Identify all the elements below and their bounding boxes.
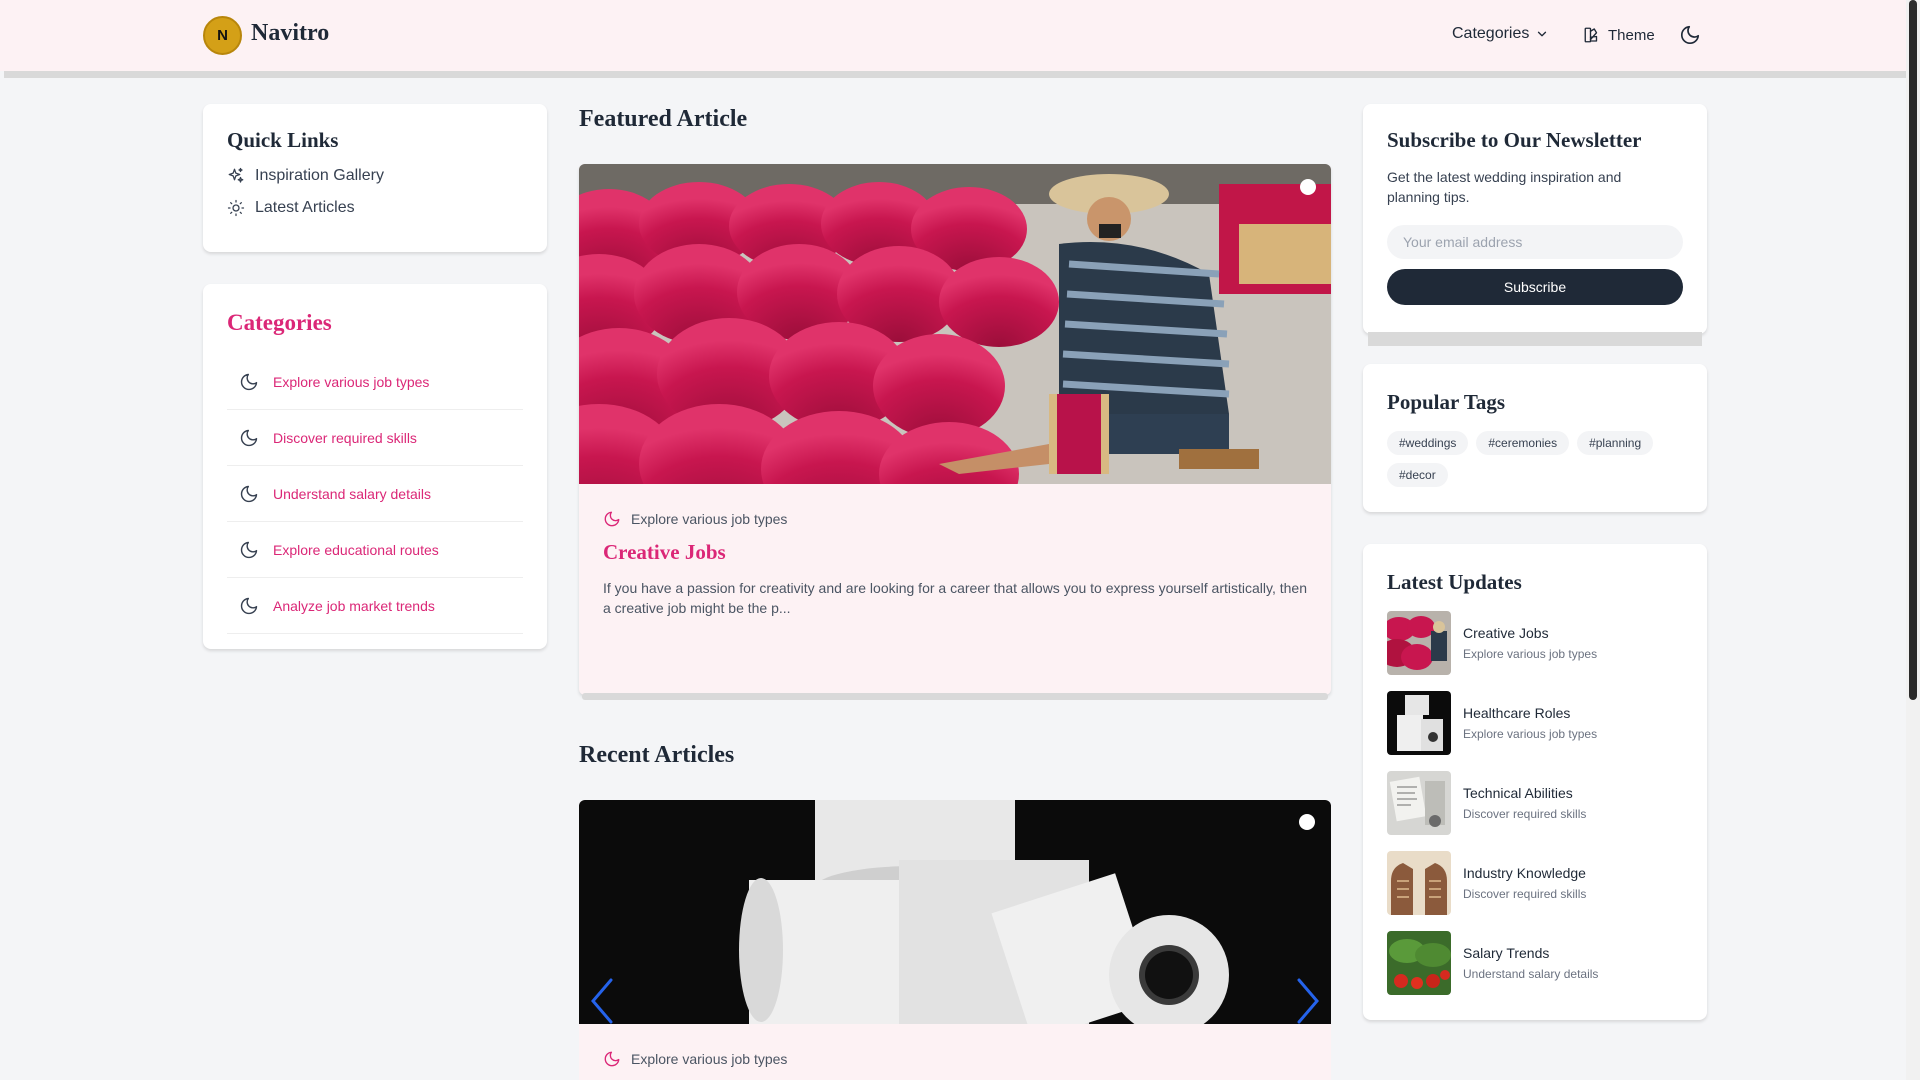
moon-icon <box>240 485 258 502</box>
category-label: Analyze job market trends <box>273 597 435 614</box>
update-title: Technical Abilities <box>1463 785 1573 801</box>
update-subtitle: Explore various job types <box>1463 647 1598 661</box>
update-thumbnail <box>1387 691 1451 755</box>
theme-button[interactable]: Theme <box>1583 26 1655 44</box>
nav-categories-label: Categories <box>1452 25 1530 42</box>
theme-label: Theme <box>1608 26 1655 44</box>
moon-icon <box>1680 25 1700 45</box>
quick-link-latest-articles[interactable]: Latest Articles <box>227 199 523 217</box>
dark-mode-toggle[interactable] <box>1679 24 1701 51</box>
nav-categories-dropdown[interactable]: Categories <box>1452 25 1549 43</box>
update-thumbnail <box>1387 931 1451 995</box>
update-item[interactable]: Industry Knowledge Discover required ski… <box>1387 851 1683 915</box>
popular-tags-title: Popular Tags <box>1387 390 1506 414</box>
bookmark-dot[interactable] <box>1299 814 1315 830</box>
latest-updates-title: Latest Updates <box>1387 570 1522 594</box>
recent-section-title: Recent Articles <box>579 742 735 768</box>
recent-category: Explore various job types <box>631 1051 788 1067</box>
category-label: Explore various job types <box>273 373 430 390</box>
category-label: Understand salary details <box>273 485 431 502</box>
moon-icon <box>240 541 258 558</box>
featured-article-image[interactable] <box>579 164 1331 484</box>
featured-section-title: Featured Article <box>579 106 748 132</box>
page-scrollbar[interactable] <box>1906 0 1920 1080</box>
tag-chip[interactable]: #weddings <box>1387 431 1469 455</box>
quick-links-title: Quick Links <box>227 128 339 152</box>
logo-badge[interactable]: N <box>203 16 242 55</box>
tag-chip[interactable]: #planning <box>1577 431 1654 455</box>
email-field[interactable] <box>1387 225 1683 259</box>
featured-article-card[interactable]: Explore various job types Creative Jobs … <box>579 164 1331 695</box>
update-title: Creative Jobs <box>1463 625 1549 641</box>
palette-icon <box>1584 27 1598 43</box>
update-thumbnail <box>1387 771 1451 835</box>
popular-tags-card: Popular Tags #weddings #ceremonies #plan… <box>1363 364 1707 512</box>
sparkles-icon <box>228 167 244 183</box>
quick-link-label: Inspiration Gallery <box>255 167 384 184</box>
category-label: Discover required skills <box>273 429 417 446</box>
scrollbar-thumb[interactable] <box>1909 0 1917 700</box>
category-item-salary[interactable]: Understand salary details <box>227 466 523 522</box>
carousel-next-arrow[interactable] <box>1295 978 1321 1024</box>
update-subtitle: Explore various job types <box>1463 727 1598 741</box>
newsletter-divider <box>1368 332 1702 346</box>
header-divider <box>4 71 1906 78</box>
category-item-job-types[interactable]: Explore various job types <box>227 354 523 410</box>
featured-article-excerpt: If you have a passion for creativity and… <box>603 580 1307 616</box>
update-subtitle: Discover required skills <box>1463 807 1587 821</box>
update-item[interactable]: Healthcare Roles Explore various job typ… <box>1387 691 1683 755</box>
update-title: Healthcare Roles <box>1463 705 1571 721</box>
brand-name[interactable]: Navitro <box>251 20 329 47</box>
moon-icon <box>604 1051 620 1067</box>
top-header: N Navitro Categories Theme <box>0 0 1906 71</box>
recent-article-image[interactable] <box>579 800 1331 1024</box>
update-thumbnail <box>1387 611 1451 675</box>
category-item-market-trends[interactable]: Analyze job market trends <box>227 578 523 634</box>
tag-list: #weddings #ceremonies #planning #decor <box>1387 431 1677 487</box>
newsletter-title: Subscribe to Our Newsletter <box>1387 128 1642 152</box>
quick-links-card: Quick Links Inspiration Gallery Latest A… <box>203 104 547 252</box>
update-title: Salary Trends <box>1463 945 1550 961</box>
update-item[interactable]: Creative Jobs Explore various job types <box>1387 611 1683 675</box>
newsletter-description: Get the latest wedding inspiration and p… <box>1387 169 1622 205</box>
moon-icon <box>240 597 258 614</box>
subscribe-button[interactable]: Subscribe <box>1387 269 1683 305</box>
latest-updates-card: Latest Updates Creative Jobs Explore var… <box>1363 544 1707 1020</box>
read-more-button[interactable]: Read More <box>599 630 704 662</box>
tag-chip[interactable]: #decor <box>1387 463 1448 487</box>
featured-category: Explore various job types <box>631 511 788 527</box>
featured-article-title[interactable]: Creative Jobs <box>603 540 726 565</box>
category-item-education[interactable]: Explore educational routes <box>227 522 523 578</box>
quick-link-inspiration-gallery[interactable]: Inspiration Gallery <box>227 167 523 185</box>
recent-category-meta: Explore various job types <box>603 1050 787 1068</box>
carousel-prev-arrow[interactable] <box>589 978 615 1024</box>
category-item-skills[interactable]: Discover required skills <box>227 410 523 466</box>
categories-card: Categories Explore various job types Dis… <box>203 284 547 649</box>
categories-title: Categories <box>227 310 332 335</box>
moon-icon <box>604 511 620 527</box>
update-item[interactable]: Technical Abilities Discover required sk… <box>1387 771 1683 835</box>
tag-chip[interactable]: #ceremonies <box>1476 431 1570 455</box>
sun-icon <box>227 199 245 217</box>
moon-icon <box>240 373 258 390</box>
quick-link-label: Latest Articles <box>255 199 355 216</box>
update-item[interactable]: Salary Trends Understand salary details <box>1387 931 1683 995</box>
bookmark-dot[interactable] <box>1300 179 1316 195</box>
update-title: Industry Knowledge <box>1463 865 1586 881</box>
featured-card-divider <box>582 693 1328 700</box>
featured-category-meta: Explore various job types <box>603 510 787 528</box>
category-label: Explore educational routes <box>273 541 439 558</box>
update-thumbnail <box>1387 851 1451 915</box>
update-subtitle: Discover required skills <box>1463 887 1587 901</box>
recent-article-card[interactable]: Explore various job types <box>579 800 1331 1080</box>
update-subtitle: Understand salary details <box>1463 967 1599 981</box>
chevron-down-icon <box>1538 31 1547 37</box>
newsletter-card: Subscribe to Our Newsletter Get the late… <box>1363 104 1707 334</box>
moon-icon <box>240 429 258 446</box>
